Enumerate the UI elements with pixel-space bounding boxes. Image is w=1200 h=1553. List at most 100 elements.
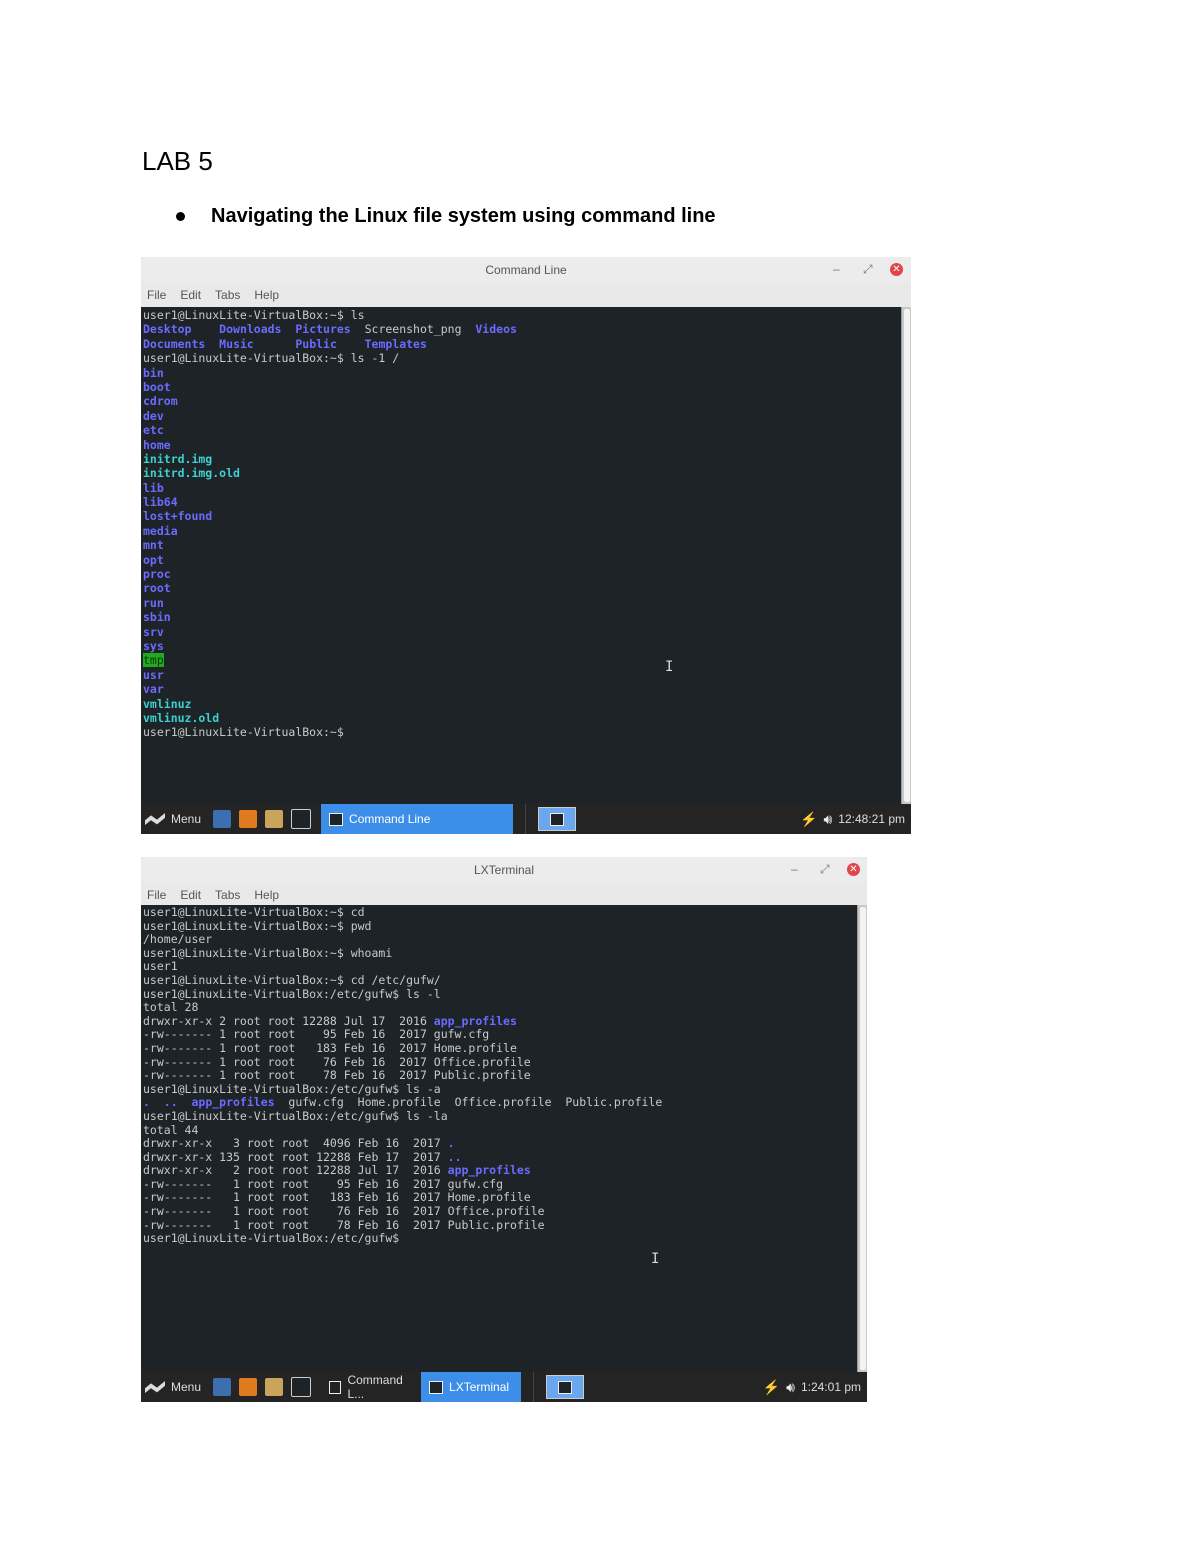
menu-tabs[interactable]: Tabs	[215, 288, 240, 302]
terminal-line: initrd.img.old	[143, 466, 899, 480]
workspace-window-icon	[550, 812, 565, 826]
terminal-text: Videos	[475, 322, 517, 337]
maximize-icon[interactable]: ⤢	[820, 862, 830, 877]
terminal-line: total 28	[143, 1000, 855, 1015]
terminal-text: cdrom	[143, 394, 178, 409]
clock[interactable]: 1:24:01 pm	[801, 1380, 861, 1394]
terminal-line: Documents Music Public Templates	[143, 337, 899, 351]
task-command-line[interactable]: Command Line	[321, 804, 514, 834]
terminal-line: vmlinuz	[143, 697, 899, 711]
menu-edit[interactable]: Edit	[180, 288, 201, 302]
minimize-icon[interactable]: –	[833, 262, 840, 276]
terminal-text: user1@LinuxLite-VirtualBox:~$ pwd	[143, 918, 372, 933]
terminal-text: user1@LinuxLite-VirtualBox:/etc/gufw$ ls…	[143, 1108, 448, 1123]
settings-launcher-icon[interactable]	[213, 810, 232, 828]
terminal-text: lib64	[143, 495, 178, 510]
menu-help[interactable]: Help	[254, 288, 279, 302]
terminal-text: initrd.img.old	[143, 466, 240, 481]
menu-bar: File Edit Tabs Help	[141, 283, 911, 307]
volume-icon[interactable]: 🔊︎	[823, 811, 832, 828]
firefox-launcher-icon[interactable]	[239, 810, 258, 828]
terminal-line: user1@LinuxLite-VirtualBox:~$ cd	[143, 905, 855, 920]
terminal-line: Desktop Downloads Pictures Screenshot_pn…	[143, 322, 899, 336]
menu-tabs[interactable]: Tabs	[215, 888, 240, 902]
scrollbar[interactable]	[857, 905, 867, 1372]
menu-edit[interactable]: Edit	[180, 888, 201, 902]
terminal-task-icon	[329, 812, 344, 826]
clock[interactable]: 12:48:21 pm	[838, 812, 905, 826]
taskbar: Menu Command Line ⚡ 🔊︎ 12:48:21 pm	[141, 804, 911, 834]
text-cursor-icon: I	[665, 659, 674, 675]
terminal-line: cdrom	[143, 394, 899, 408]
terminal-text: -rw------- 1 root root 76 Feb 16 2017 Of…	[143, 1054, 531, 1069]
terminal-line: user1	[143, 960, 855, 974]
settings-launcher-icon[interactable]	[213, 1378, 232, 1396]
terminal-line: media	[143, 524, 899, 538]
bullet-item: Navigating the Linux file system using c…	[176, 205, 716, 228]
workspace-window-icon	[558, 1380, 573, 1394]
terminal-line: var	[143, 682, 899, 696]
terminal-line: tmp	[143, 653, 899, 668]
window-title: LXTerminal	[473, 863, 535, 877]
terminal-line: drwxr-xr-x 2 root root 12288 Jul 17 2016…	[143, 1013, 855, 1029]
workspace-pager[interactable]	[538, 807, 577, 831]
network-icon[interactable]: ⚡	[800, 811, 817, 828]
window-titlebar[interactable]: LXTerminal – ⤢ ✕	[141, 857, 867, 883]
menu-file[interactable]: File	[147, 888, 166, 902]
terminal-text: user1@LinuxLite-VirtualBox:/etc/gufw$ ls…	[143, 1081, 441, 1096]
terminal-text: total 28	[143, 1000, 199, 1015]
terminal-text: Downloads	[219, 322, 296, 337]
terminal-line: drwxr-xr-x 135 root root 12288 Feb 17 20…	[143, 1149, 855, 1165]
terminal-line: drwxr-xr-x 2 root root 12288 Jul 17 2016…	[143, 1163, 855, 1178]
minimize-icon[interactable]: –	[791, 862, 798, 876]
menu-help[interactable]: Help	[254, 888, 279, 902]
taskbar: Menu Command L... LXTerminal ⚡ 🔊︎ 1:24:0…	[141, 1372, 867, 1402]
terminal-output[interactable]: user1@LinuxLite-VirtualBox:~$ ls Desktop …	[141, 307, 901, 804]
terminal-output[interactable]: user1@LinuxLite-VirtualBox:~$ cd user1@Li…	[141, 905, 857, 1372]
terminal-line: user1@LinuxLite-VirtualBox:~$ cd /etc/gu…	[143, 973, 855, 988]
terminal-task-icon	[429, 1380, 444, 1394]
window-titlebar[interactable]: Command Line – ⤢ ✕	[141, 257, 911, 283]
task-lxterminal[interactable]: LXTerminal	[421, 1372, 522, 1402]
terminal-launcher-icon[interactable]	[291, 809, 312, 829]
terminal-line: mnt	[143, 538, 899, 552]
file-manager-launcher-icon[interactable]	[265, 1378, 284, 1396]
scrollbar[interactable]	[901, 307, 911, 804]
terminal-text: srv	[143, 624, 164, 639]
close-icon[interactable]: ✕	[847, 863, 860, 876]
volume-icon[interactable]: 🔊︎	[786, 1379, 795, 1396]
firefox-launcher-icon[interactable]	[239, 1378, 258, 1396]
terminal-text: user1@LinuxLite-VirtualBox:/etc/gufw$ ls…	[143, 986, 441, 1001]
terminal-line: home	[143, 438, 899, 452]
close-icon[interactable]: ✕	[890, 263, 903, 276]
terminal-text: lib	[143, 480, 164, 495]
menu-bar: File Edit Tabs Help	[141, 883, 867, 907]
network-icon[interactable]: ⚡	[763, 1379, 780, 1396]
terminal-text: -rw------- 1 root root 183 Feb 16 2017 H…	[143, 1190, 531, 1205]
file-manager-launcher-icon[interactable]	[265, 810, 284, 828]
terminal-line: sys	[143, 639, 899, 653]
terminal-text: -rw------- 1 root root 76 Feb 16 2017 Of…	[143, 1204, 545, 1219]
terminal-text: mnt	[143, 538, 164, 553]
terminal-text: Screenshot_png	[364, 322, 476, 337]
terminal-line: run	[143, 596, 899, 610]
terminal-text: bin	[143, 365, 164, 380]
terminal-text: Documents	[143, 336, 220, 351]
taskbar-menu-button[interactable]: Menu	[141, 812, 209, 826]
workspace-pager[interactable]	[546, 1375, 585, 1399]
terminal-text: ..	[447, 1149, 462, 1164]
terminal-line: srv	[143, 625, 899, 639]
maximize-icon[interactable]: ⤢	[863, 262, 873, 277]
terminal-line: -rw------- 1 root root 78 Feb 16 2017 Pu…	[143, 1218, 855, 1233]
menu-file[interactable]: File	[147, 288, 166, 302]
terminal-text: app_profiles	[447, 1163, 531, 1178]
terminal-line: user1@LinuxLite-VirtualBox:/etc/gufw$	[143, 1231, 855, 1246]
terminal-line: -rw------- 1 root root 76 Feb 16 2017 Of…	[143, 1204, 855, 1219]
terminal-launcher-icon[interactable]	[291, 1377, 312, 1397]
task-command-line[interactable]: Command L...	[321, 1372, 421, 1402]
terminal-text: drwxr-xr-x 2 root root 12288 Jul 17 2016	[143, 1013, 434, 1028]
task-label: Command Line	[349, 812, 431, 826]
terminal-text: drwxr-xr-x 135 root root 12288 Feb 17 20…	[143, 1149, 448, 1164]
terminal-line: -rw------- 1 root root 76 Feb 16 2017 Of…	[143, 1054, 855, 1070]
taskbar-menu-button[interactable]: Menu	[141, 1380, 209, 1394]
